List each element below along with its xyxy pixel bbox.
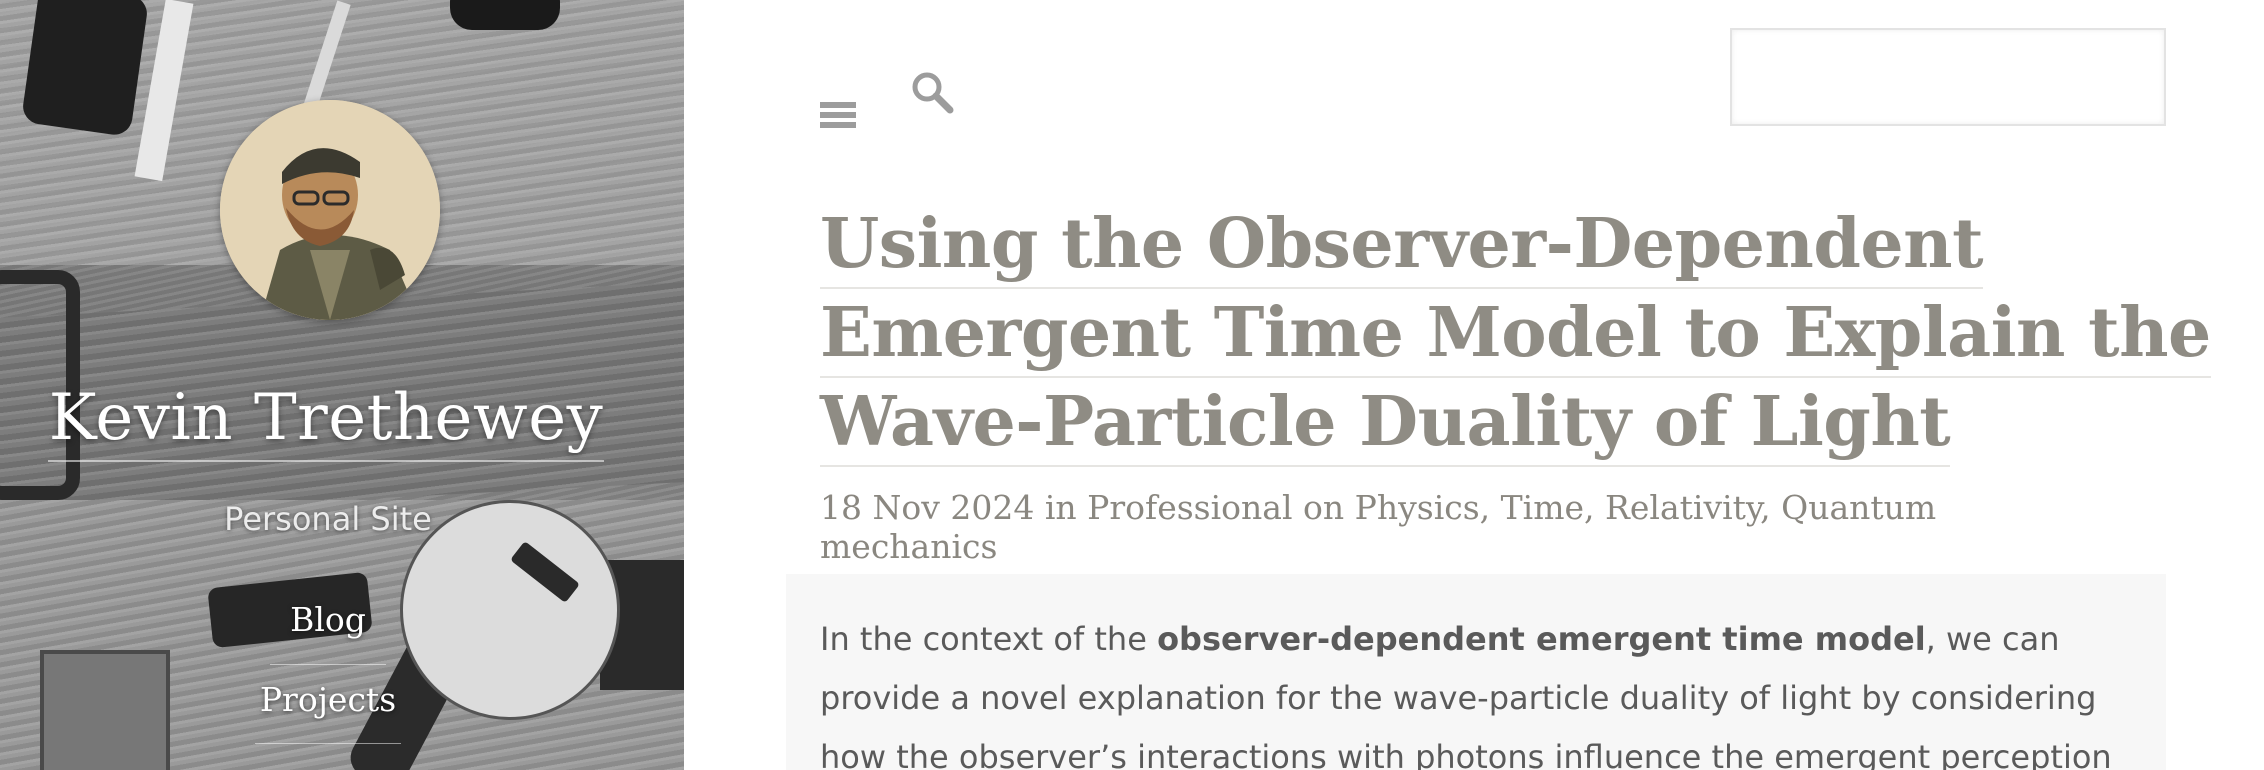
post-title[interactable]: Using the Observer-Dependent Emergent Ti…: [820, 200, 2211, 467]
tag-separator: ,: [1479, 488, 1501, 527]
post-body-text: In the context of the observer-dependent…: [820, 610, 2140, 770]
nav-divider: [255, 743, 401, 744]
site-subtitle: Personal Site: [224, 500, 432, 538]
tag-separator: ,: [1584, 488, 1606, 527]
background-tool-shape: [20, 0, 150, 137]
post-date: 18 Nov 2024: [820, 488, 1035, 527]
sidebar-item-blog[interactable]: Blog: [0, 600, 656, 653]
background-tool-shape: [450, 0, 560, 30]
site-title[interactable]: Kevin Trethewey: [48, 376, 604, 462]
sidebar-item-projects[interactable]: Projects: [0, 680, 656, 733]
body-text-run: how the observer’s interactions with pho…: [820, 738, 2112, 770]
sidebar-item-label: Projects: [259, 680, 397, 719]
post-meta: 18 Nov 2024 in Professional on Physics, …: [820, 488, 2120, 566]
post-body: In the context of the observer-dependent…: [786, 574, 2166, 770]
sidebar-item-label: Blog: [290, 600, 366, 639]
meta-on-word: on: [1303, 488, 1345, 527]
post-category-link[interactable]: Professional: [1087, 488, 1292, 527]
tag-separator: ,: [1760, 488, 1782, 527]
tag-link-relativity[interactable]: Relativity: [1605, 488, 1760, 527]
body-text-run: , we can: [1925, 620, 2060, 658]
search-input[interactable]: [1730, 28, 2166, 126]
tag-link-time[interactable]: Time: [1501, 488, 1584, 527]
page: Kevin Trethewey Personal Site Blog Proje…: [0, 0, 2264, 770]
post-title-line: Using the Observer-Dependent: [820, 201, 1983, 289]
search-icon[interactable]: [910, 70, 954, 114]
sidebar: Kevin Trethewey Personal Site Blog Proje…: [0, 0, 684, 770]
meta-in-word: in: [1044, 488, 1077, 527]
nav-divider: [270, 664, 386, 665]
body-text-run: In the context of the: [820, 620, 1158, 658]
post-title-line: Wave-Particle Duality of Light: [820, 379, 1951, 467]
body-bold-term: observer-dependent emergent time model: [1157, 620, 1926, 658]
tag-link-physics[interactable]: Physics: [1355, 488, 1480, 527]
post-title-line: Emergent Time Model to Explain the: [820, 290, 2211, 378]
main-content: Using the Observer-Dependent Emergent Ti…: [684, 0, 2264, 770]
hamburger-menu-icon[interactable]: [820, 102, 856, 128]
avatar[interactable]: [220, 100, 440, 320]
avatar-portrait-icon: [220, 100, 440, 320]
body-text-run: provide a novel explanation for the wave…: [820, 679, 2097, 717]
